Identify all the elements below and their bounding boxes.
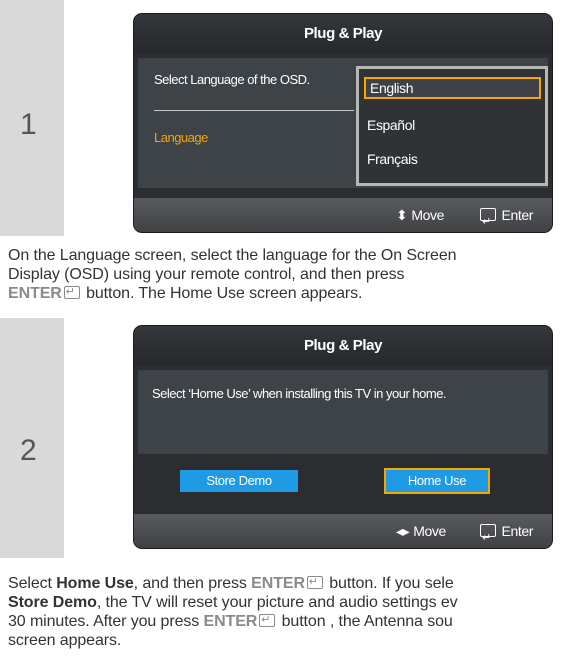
enter-key-icon — [480, 521, 496, 548]
home-use-button[interactable]: Home Use — [384, 468, 490, 494]
instruction-paragraph-1: On the Language screen, select the langu… — [8, 246, 576, 303]
divider — [154, 110, 354, 111]
step-2-number: 2 — [20, 434, 37, 467]
move-hint: ⬍ Move — [396, 207, 444, 223]
step-1-number: 1 — [20, 108, 37, 141]
step-2-number-panel: 2 — [0, 318, 64, 558]
screen-content: Select ‘Home Use’ when installing this T… — [138, 370, 548, 454]
enter-key-icon — [63, 283, 80, 302]
osd-prompt: Select Language of the OSD. — [154, 72, 310, 87]
step-1-number-panel: 1 — [0, 0, 64, 236]
option-espanol[interactable]: Español — [367, 117, 415, 133]
screen-title: Plug & Play — [134, 14, 552, 54]
home-use-prompt: Select ‘Home Use’ when installing this T… — [152, 386, 447, 401]
language-dropdown[interactable]: English Español Français — [356, 66, 548, 186]
enter-key-icon — [259, 611, 276, 630]
left-right-arrows-icon: ◂▸ — [396, 523, 410, 539]
enter-key-icon — [306, 573, 323, 592]
screen-content: Select Language of the OSD. Language Eng… — [138, 58, 548, 188]
screen-footer: ◂▸Move Enter — [134, 514, 552, 548]
enter-key-icon — [480, 205, 496, 232]
enter-hint: Enter — [478, 514, 533, 548]
up-down-arrows-icon: ⬍ — [396, 207, 408, 223]
store-demo-button[interactable]: Store Demo — [180, 470, 298, 492]
step-1-screen: Plug & Play Select Language of the OSD. … — [134, 14, 552, 232]
language-label: Language — [154, 130, 208, 145]
move-hint: ◂▸ Move — [396, 523, 446, 539]
instruction-paragraph-2: Select Home Use, and then press ENTER bu… — [8, 573, 576, 650]
option-francais[interactable]: Français — [367, 151, 418, 167]
step-2-screen: Plug & Play Select ‘Home Use’ when insta… — [134, 326, 552, 548]
enter-hint: Enter — [478, 198, 533, 232]
screen-footer: ⬍Move Enter — [134, 198, 552, 232]
option-english[interactable]: English — [364, 77, 541, 99]
screen-title: Plug & Play — [134, 326, 552, 366]
